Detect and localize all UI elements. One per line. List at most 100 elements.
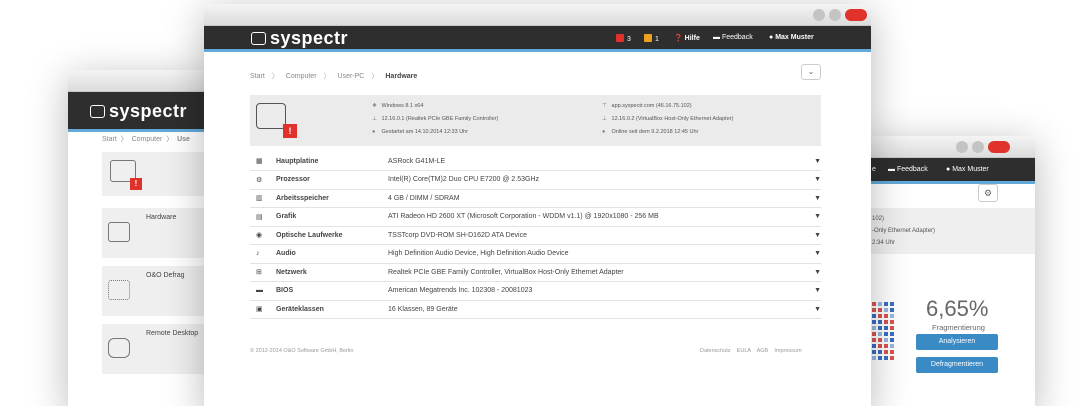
breadcrumb-user-pc[interactable]: User-PC bbox=[338, 73, 365, 80]
user-menu[interactable]: ● Max Muster bbox=[769, 34, 814, 41]
table-row[interactable]: ▤ Grafik ATI Radeon HD 2600 XT (Microsoft … bbox=[250, 207, 821, 227]
tile-defrag[interactable]: O&O Defrag bbox=[102, 266, 218, 316]
clock-icon: ● bbox=[372, 129, 376, 135]
window-dot-icon[interactable] bbox=[956, 141, 968, 153]
right-user-menu[interactable]: ● Max Muster bbox=[946, 166, 989, 173]
fragment-block bbox=[878, 338, 882, 342]
fragment-block bbox=[872, 314, 876, 318]
row-name: BIOS bbox=[276, 281, 388, 301]
right-feedback-label: Feedback bbox=[896, 166, 928, 173]
help-link[interactable]: ❓ Hilfe bbox=[674, 34, 700, 42]
left-logo[interactable]: syspectr bbox=[90, 101, 187, 122]
fragment-block bbox=[884, 314, 888, 318]
fragment-block bbox=[872, 350, 876, 354]
row-name: Prozessor bbox=[276, 170, 388, 190]
left-window: syspectr Start 〉 Computer 〉 Use ! Hardwa… bbox=[68, 70, 218, 406]
screenshot-stage: syspectr Start 〉 Computer 〉 Use ! Hardwa… bbox=[0, 0, 1075, 406]
breadcrumb: Start 〉 Computer 〉 User-PC 〉 Hardware bbox=[250, 71, 417, 81]
network-icon: ⊞ bbox=[250, 263, 276, 282]
right-feedback-link[interactable]: ▬ Feedback bbox=[888, 166, 928, 173]
expand-arrow-icon[interactable]: ▼ bbox=[807, 281, 821, 301]
expand-arrow-icon[interactable]: ▼ bbox=[807, 189, 821, 208]
fragment-block bbox=[878, 320, 882, 324]
window-close-icon[interactable] bbox=[988, 141, 1010, 153]
tile-hardware[interactable]: Hardware bbox=[102, 208, 218, 258]
fragment-block bbox=[884, 326, 888, 330]
expand-arrow-icon[interactable]: ▼ bbox=[807, 226, 821, 245]
graphics-icon: ▤ bbox=[250, 207, 276, 227]
tile-defrag-label: O&O Defrag bbox=[146, 272, 185, 279]
breadcrumb-user[interactable]: Use bbox=[177, 136, 190, 143]
settings-gear-icon[interactable]: ⚙ bbox=[978, 184, 998, 202]
breadcrumb-start[interactable]: Start bbox=[102, 136, 117, 143]
error-alerts[interactable]: 3 bbox=[616, 34, 631, 43]
row-value: ASRock G41M-LE bbox=[388, 152, 807, 171]
fragment-block bbox=[890, 320, 894, 324]
breadcrumb-computer[interactable]: Computer bbox=[132, 136, 163, 143]
right-info-panel: 102) -Only Ethernet Adapter) 2:34 Uhr bbox=[860, 208, 1035, 254]
window-maximize-icon[interactable] bbox=[829, 9, 841, 21]
footer-link-eula[interactable]: EULA bbox=[737, 348, 751, 354]
defragment-button[interactable]: Defragmentieren bbox=[916, 357, 998, 373]
tile-remote-desktop[interactable]: Remote Desktop bbox=[102, 324, 218, 374]
fragmentation-label: Fragmentierung bbox=[932, 323, 985, 332]
cpu-icon: ⚙ bbox=[250, 170, 276, 190]
breadcrumb-start[interactable]: Start bbox=[250, 73, 265, 80]
fragment-block bbox=[884, 356, 888, 360]
info-online-text: Online seit dem 9.2.2018 12:45 Uhr bbox=[611, 129, 699, 135]
row-name: Grafik bbox=[276, 207, 388, 227]
chevron-down-icon[interactable]: ⌄ bbox=[801, 64, 821, 80]
chip-icon bbox=[108, 222, 130, 242]
expand-arrow-icon[interactable]: ▼ bbox=[807, 244, 821, 264]
main-logo[interactable]: syspectr bbox=[251, 28, 348, 49]
table-row[interactable]: ♪ Audio High Definition Audio Device, High… bbox=[250, 244, 821, 264]
remote-desktop-icon bbox=[108, 338, 130, 358]
network-icon: ⊥ bbox=[602, 116, 607, 122]
device-info-panel: ! ❖ Windows 8.1 x64 ⊥ 12.16.0.1 (Realtek… bbox=[250, 95, 821, 146]
fragment-block bbox=[884, 308, 888, 312]
table-row[interactable]: ▥ Arbeitsspeicher 4 GB / DIMM / SDRAM ▼ bbox=[250, 189, 821, 208]
feedback-link[interactable]: ▬ Feedback bbox=[713, 34, 753, 41]
row-value: TSSTcorp DVD-ROM SH-D162D ATA Device bbox=[388, 226, 807, 245]
footer-links: Datenschutz EULA AGB Impressum bbox=[700, 348, 802, 354]
expand-arrow-icon[interactable]: ▼ bbox=[807, 263, 821, 282]
expand-arrow-icon[interactable]: ▼ bbox=[807, 170, 821, 190]
warning-alerts[interactable]: 1 bbox=[644, 34, 659, 43]
table-row[interactable]: ◉ Optische Laufwerke TSSTcorp DVD-ROM SH-D… bbox=[250, 226, 821, 245]
expand-arrow-icon[interactable]: ▼ bbox=[807, 207, 821, 227]
expand-arrow-icon[interactable]: ▼ bbox=[807, 152, 821, 171]
breadcrumb-computer[interactable]: Computer bbox=[286, 73, 317, 80]
right-info-line: -Only Ethernet Adapter) bbox=[872, 228, 936, 234]
info-started: ● Gestartet am 14.10.2014 12:33 Uhr bbox=[372, 129, 468, 135]
windows-icon: ❖ bbox=[372, 103, 377, 109]
comment-icon: ▬ bbox=[888, 166, 895, 173]
info-ip1: ⊥ 12.16.0.1 (Realtek PCIe GBE Family Con… bbox=[372, 116, 498, 122]
table-row[interactable]: ▦ Hauptplatine ASRock G41M-LE ▼ bbox=[250, 152, 821, 171]
window-dot-icon[interactable] bbox=[972, 141, 984, 153]
comment-icon: ▬ bbox=[713, 34, 720, 41]
window-minimize-icon[interactable] bbox=[813, 9, 825, 21]
audio-icon: ♪ bbox=[250, 244, 276, 264]
table-row[interactable]: ▣ Geräteklassen 16 Klassen, 89 Geräte ▼ bbox=[250, 300, 821, 319]
analyze-button[interactable]: Analysieren bbox=[916, 334, 998, 350]
footer-link-agb[interactable]: AGB bbox=[757, 348, 769, 354]
device-classes-icon: ▣ bbox=[250, 300, 276, 319]
table-row[interactable]: ⚙ Prozessor Intel(R) Core(TM)2 Duo CPU E72… bbox=[250, 170, 821, 190]
table-row[interactable]: ▬ BIOS American Megatrends Inc. 102308 - 2… bbox=[250, 281, 821, 301]
footer-link-privacy[interactable]: Datenschutz bbox=[700, 348, 731, 354]
right-info-line: 102) bbox=[872, 216, 885, 222]
footer-link-imprint[interactable]: Impressum bbox=[774, 348, 801, 354]
error-count: 3 bbox=[627, 36, 631, 43]
breadcrumb-chevron-icon: 〉 bbox=[371, 73, 379, 80]
fragment-block bbox=[890, 326, 894, 330]
fragment-block bbox=[872, 308, 876, 312]
window-close-icon[interactable] bbox=[845, 9, 867, 21]
table-row[interactable]: ⊞ Netzwerk Realtek PCIe GBE Family Control… bbox=[250, 263, 821, 282]
expand-arrow-icon[interactable]: ▼ bbox=[807, 300, 821, 319]
user-icon: ● bbox=[946, 166, 951, 173]
fragment-block bbox=[878, 314, 882, 318]
row-name: Hauptplatine bbox=[276, 152, 388, 171]
row-name: Audio bbox=[276, 244, 388, 264]
warning-icon: ! bbox=[130, 178, 142, 190]
left-device-tile: ! bbox=[102, 152, 218, 196]
